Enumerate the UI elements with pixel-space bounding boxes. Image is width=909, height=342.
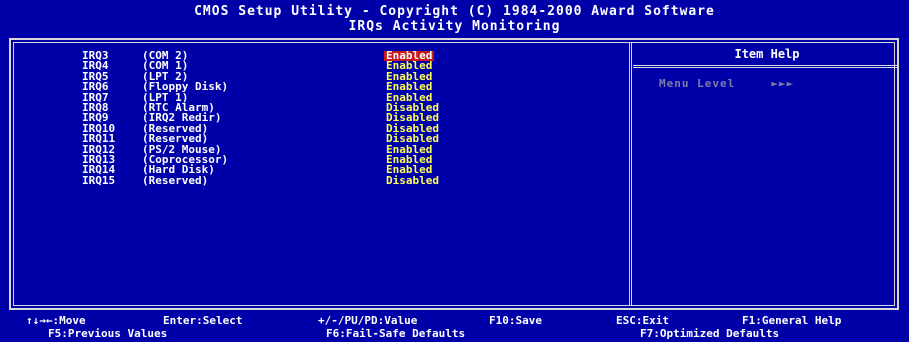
key-move-hint: ↑↓→←:Move: [26, 314, 86, 327]
irq-label: IRQ8 (RTC Alarm): [82, 102, 382, 113]
irq-settings-list: IRQ3 (COM 2) Enabled IRQ4 (COM 1) Enabled IRQ5…: [82, 50, 439, 187]
frame-inner-border: IRQ3 (COM 2) Enabled IRQ4 (COM 1) Enabled IRQ5…: [13, 42, 897, 306]
irq-label: IRQ12 (PS/2 Mouse): [82, 143, 382, 155]
irq-label: IRQ5 (LPT 2): [82, 71, 382, 82]
key-optimized-defaults-hint: F7:Optimized Defaults: [640, 327, 780, 340]
irq-row[interactable]: IRQ15 (Reserved) Disabled: [82, 173, 439, 187]
irq-label: IRQ14 (Hard Disk): [82, 164, 382, 175]
main-frame: IRQ3 (COM 2) Enabled IRQ4 (COM 1) Enabled IRQ5…: [9, 38, 899, 310]
irq-row[interactable]: IRQ5 (LPT 2) Enabled: [82, 71, 432, 82]
key-save-hint: F10:Save: [489, 314, 542, 327]
header-subtitle: IRQs Activity Monitoring: [348, 19, 561, 34]
irq-row[interactable]: IRQ14 (Hard Disk) Enabled: [82, 164, 432, 175]
key-help-hint: F1:General Help: [742, 314, 842, 327]
irq-row[interactable]: IRQ11 (Reserved) Disabled: [82, 133, 439, 144]
irq-label: IRQ11 (Reserved): [82, 133, 382, 144]
panel-divider: [629, 43, 632, 305]
key-exit-hint: ESC:Exit: [616, 314, 669, 327]
irq-label: IRQ15 (Reserved): [82, 173, 382, 187]
irq-label: IRQ9 (IRQ2 Redir): [82, 112, 382, 123]
irq-row[interactable]: IRQ7 (LPT 1) Enabled: [82, 91, 432, 103]
irq-row[interactable]: IRQ6 (Floppy Disk) Enabled: [82, 81, 432, 92]
irq-label: IRQ7 (LPT 1): [82, 91, 382, 103]
irq-row[interactable]: IRQ9 (IRQ2 Redir) Disabled: [82, 112, 439, 123]
item-help-title: Item Help: [734, 47, 800, 61]
irq-label: IRQ13 (Coprocessor): [82, 154, 382, 165]
irq-row[interactable]: IRQ13 (Coprocessor) Enabled: [82, 154, 432, 165]
irq-row[interactable]: IRQ3 (COM 2) Enabled: [82, 50, 435, 62]
irq-label: IRQ6 (Floppy Disk): [82, 81, 382, 92]
header-title: CMOS Setup Utility - Copyright (C) 1984-…: [194, 4, 715, 19]
irq-row[interactable]: IRQ8 (RTC Alarm) Disabled: [82, 102, 439, 113]
irq-row[interactable]: IRQ12 (PS/2 Mouse) Enabled: [82, 143, 432, 155]
irq-row[interactable]: IRQ4 (COM 1) Enabled: [82, 60, 432, 71]
irq-label: IRQ4 (COM 1): [82, 60, 382, 71]
irq-device: (Reserved): [142, 173, 209, 187]
irq-number: IRQ15: [82, 173, 116, 187]
key-help-footer: ↑↓→←:Move Enter:Select +/-/PU/PD:Value F…: [0, 312, 909, 342]
setup-header: CMOS Setup Utility - Copyright (C) 1984-…: [0, 0, 909, 38]
key-failsafe-defaults-hint: F6:Fail-Safe Defaults: [326, 327, 466, 340]
irq-label: IRQ3 (COM 2): [82, 50, 382, 61]
key-select-hint: Enter:Select: [163, 314, 243, 327]
irq-row[interactable]: IRQ10 (Reserved) Disabled: [82, 123, 439, 134]
menu-level-label: Menu Level: [659, 77, 736, 90]
menu-level-indicator: Menu Level ►►►: [659, 77, 794, 90]
irq-value-field[interactable]: Disabled: [384, 174, 441, 186]
menu-level-arrows-icon: ►►►: [771, 77, 795, 90]
key-value-hint: +/-/PU/PD:Value: [318, 314, 418, 327]
help-title-rule: [633, 65, 897, 68]
key-previous-values-hint: F5:Previous Values: [48, 327, 168, 340]
irq-label: IRQ10 (Reserved): [82, 123, 382, 134]
